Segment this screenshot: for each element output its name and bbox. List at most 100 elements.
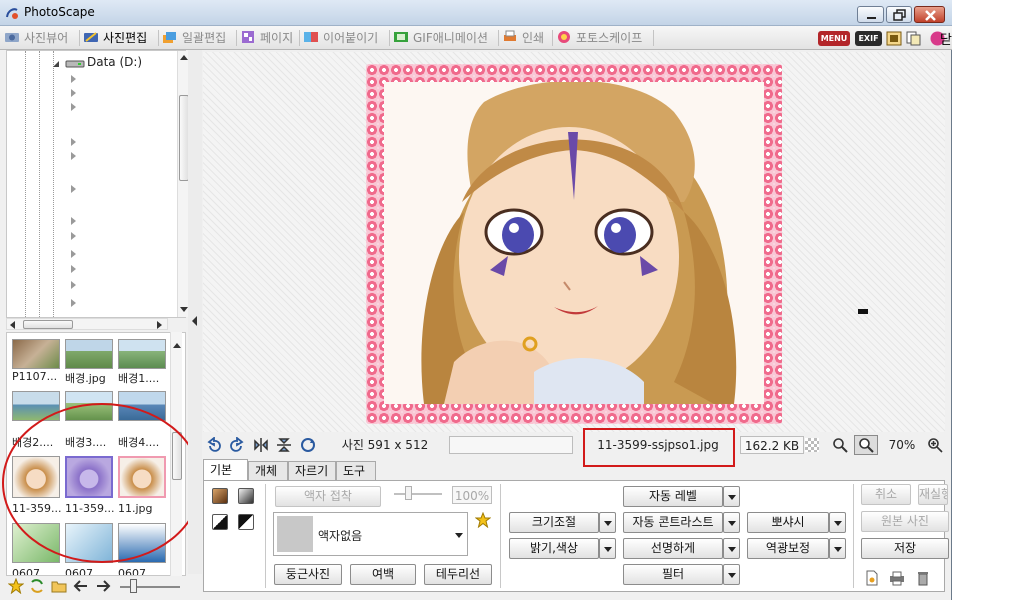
filter-button[interactable]: 필터 <box>623 564 723 585</box>
tab-crop[interactable]: 자르기 <box>288 461 336 481</box>
scroll-up-icon[interactable] <box>180 54 188 60</box>
flip-horizontal-icon[interactable] <box>253 437 269 453</box>
trash-icon[interactable] <box>915 570 931 586</box>
folder-icon[interactable] <box>51 578 67 594</box>
zoom-actual-button[interactable] <box>854 435 878 455</box>
collapsed-arrow-icon[interactable] <box>71 103 76 111</box>
drive-label[interactable]: Data (D:) <box>87 55 142 69</box>
frame-opacity-slider[interactable] <box>394 493 442 495</box>
border-line-button[interactable]: 테두리선 <box>424 564 492 585</box>
collapsed-arrow-icon[interactable] <box>71 217 76 225</box>
exif-button[interactable]: EXIF <box>855 31 882 46</box>
auto-level-button[interactable]: 자동 레벨 <box>623 486 723 507</box>
thumbnail-image[interactable] <box>65 339 113 369</box>
undo-button[interactable]: 취소 <box>861 484 911 505</box>
tab-combine[interactable]: 이어붙이기 <box>303 28 378 48</box>
tab-photo-viewer[interactable]: 사진뷰어 <box>4 28 68 48</box>
round-photo-button[interactable]: 둥근사진 <box>274 564 342 585</box>
resize-button[interactable]: 크기조절 <box>509 512 599 533</box>
thumbnail-size-slider[interactable] <box>120 586 180 588</box>
rotate-right-icon[interactable] <box>229 437 245 453</box>
tab-page[interactable]: 페이지 <box>240 28 293 48</box>
expanded-arrow-icon[interactable] <box>51 59 61 69</box>
frame-style-icon[interactable] <box>212 488 228 504</box>
collapsed-arrow-icon[interactable] <box>71 75 76 83</box>
collapsed-arrow-icon[interactable] <box>71 232 76 240</box>
refresh-icon[interactable] <box>29 578 45 594</box>
transparency-icon[interactable] <box>805 438 819 452</box>
brightness-color-button[interactable]: 밝기,색상 <box>509 538 599 559</box>
backlight-button[interactable]: 역광보정 <box>747 538 829 559</box>
soft-focus-dropdown-arrow[interactable] <box>829 512 846 533</box>
backlight-dropdown-arrow[interactable] <box>829 538 846 559</box>
zoom-fit-icon[interactable] <box>832 437 848 453</box>
collapsed-arrow-icon[interactable] <box>71 250 76 258</box>
collapsed-arrow-icon[interactable] <box>71 265 76 273</box>
tab-batch-editor[interactable]: 일괄편집 <box>162 28 226 48</box>
tab-object[interactable]: 개체 <box>248 461 288 481</box>
printer-icon[interactable] <box>889 570 905 586</box>
tree-hscroll-thumb[interactable] <box>23 320 73 329</box>
tab-photo-editor[interactable]: 사진편집 <box>83 28 147 48</box>
soft-focus-button[interactable]: 뽀샤시 <box>747 512 829 533</box>
minimize-button[interactable] <box>857 6 884 23</box>
edited-photo[interactable] <box>384 82 764 404</box>
brightness-dropdown-arrow[interactable] <box>599 538 616 559</box>
scroll-left-icon[interactable] <box>9 321 15 329</box>
collapsed-arrow-icon[interactable] <box>71 89 76 97</box>
frame-dropdown[interactable]: 액자없음 <box>273 512 468 556</box>
resize-dropdown-arrow[interactable] <box>599 512 616 533</box>
panel-splitter[interactable] <box>188 50 202 574</box>
collapsed-arrow-icon[interactable] <box>71 138 76 146</box>
close-app-label[interactable]: 닫 <box>940 29 952 48</box>
auto-level-dropdown-arrow[interactable] <box>723 486 740 507</box>
rotate-left-icon[interactable] <box>206 437 222 453</box>
favorite-star-icon[interactable] <box>8 578 24 594</box>
sharpen-dropdown-arrow[interactable] <box>723 538 740 559</box>
auto-contrast-dropdown-arrow[interactable] <box>723 512 740 533</box>
redo-icon[interactable] <box>300 437 316 453</box>
scroll-up-icon[interactable] <box>173 342 181 348</box>
folder-tree[interactable]: Data (D:) <box>6 50 189 318</box>
maximize-button[interactable] <box>886 6 912 23</box>
film-icon[interactable] <box>886 31 902 46</box>
collapsed-arrow-icon[interactable] <box>71 281 76 289</box>
tab-print[interactable]: 인쇄 <box>502 28 544 48</box>
tab-gif-animation[interactable]: GIF애니메이션 <box>393 28 488 48</box>
collapsed-arrow-icon[interactable] <box>71 185 76 193</box>
thumbnail-size-slider-handle[interactable] <box>130 579 137 593</box>
frame-opacity-handle[interactable] <box>405 486 412 500</box>
scroll-down-icon[interactable] <box>180 307 188 313</box>
flip-vertical-icon[interactable] <box>276 437 292 453</box>
tab-basic[interactable]: 기본 <box>203 459 248 481</box>
menu-button[interactable]: MENU <box>818 31 850 46</box>
scroll-right-icon[interactable] <box>157 321 163 329</box>
copy-icon[interactable] <box>906 31 922 46</box>
thumbnail-image[interactable] <box>12 339 60 369</box>
sharpen-button[interactable]: 선명하게 <box>623 538 723 559</box>
favorite-frame-star-icon[interactable] <box>475 512 491 528</box>
auto-contrast-button[interactable]: 자동 콘트라스트 <box>623 512 723 533</box>
frame-percent[interactable]: 100% <box>452 486 492 504</box>
frame-color-icon[interactable] <box>238 488 254 504</box>
redo-button[interactable]: 재실행 <box>918 484 948 505</box>
zoom-in-icon[interactable] <box>927 437 943 453</box>
thumbnail-image[interactable] <box>118 339 166 369</box>
zoom-level[interactable]: 70% <box>881 436 923 454</box>
original-photo-button[interactable]: 원본 사진 <box>861 511 949 532</box>
close-button[interactable] <box>914 6 945 23</box>
frame-contrast-icon[interactable] <box>212 514 228 530</box>
save-button[interactable]: 저장 <box>861 538 949 559</box>
tab-photoscape[interactable]: 포토스케이프 <box>556 28 642 48</box>
collapsed-arrow-icon[interactable] <box>71 299 76 307</box>
forward-arrow-icon[interactable] <box>95 578 111 594</box>
frame-invert-icon[interactable] <box>238 514 254 530</box>
tab-tools[interactable]: 도구 <box>336 461 376 481</box>
collapse-panel-icon[interactable] <box>191 316 197 326</box>
filter-dropdown-arrow[interactable] <box>723 564 740 585</box>
tree-horizontal-scrollbar[interactable] <box>6 318 168 330</box>
back-arrow-icon[interactable] <box>73 578 89 594</box>
new-document-icon[interactable] <box>864 570 880 586</box>
collapsed-arrow-icon[interactable] <box>71 152 76 160</box>
margin-button[interactable]: 여백 <box>350 564 416 585</box>
